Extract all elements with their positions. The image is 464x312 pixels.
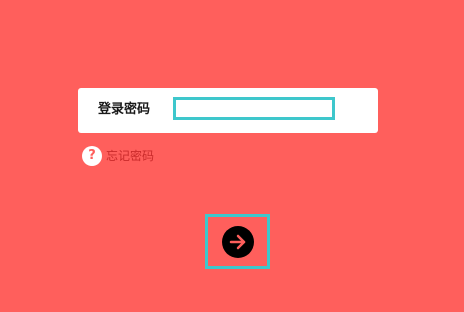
password-label: 登录密码 (98, 102, 151, 117)
password-input[interactable] (173, 97, 335, 120)
submit-circle (221, 225, 254, 258)
forgot-password-text: 忘记密码 (106, 149, 155, 163)
arrow-right-icon (229, 234, 245, 249)
forgot-password-link[interactable]: ? 忘记密码 (82, 146, 154, 166)
question-circle-icon: ? (82, 146, 102, 166)
submit-button[interactable] (205, 214, 270, 269)
login-card: 登录密码 (78, 88, 378, 133)
